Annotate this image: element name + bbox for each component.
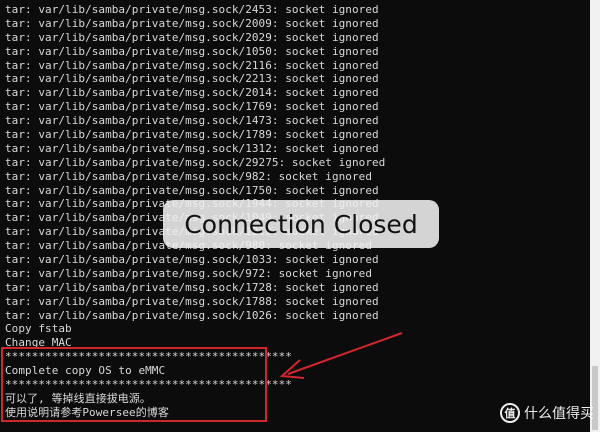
terminal-line: tar: var/lib/samba/private/msg.sock/1788… [5, 294, 379, 308]
watermark-logo-icon: 值 [500, 403, 520, 423]
terminal-line: tar: var/lib/samba/private/msg.sock/1473… [5, 114, 379, 128]
connection-closed-toast: Connection Closed [163, 200, 439, 248]
terminal-line: tar: var/lib/samba/private/msg.sock/2009… [5, 16, 379, 30]
terminal-line: tar: var/lib/samba/private/msg.sock/1728… [5, 280, 379, 294]
terminal-line: tar: var/lib/samba/private/msg.sock/2014… [5, 86, 379, 100]
watermark-text: 什么值得买 [524, 406, 594, 422]
terminal-line: tar: var/lib/samba/private/msg.sock/2927… [5, 155, 386, 169]
terminal-line: tar: var/lib/samba/private/msg.sock/1026… [5, 308, 379, 322]
terminal-line: tar: var/lib/samba/private/msg.sock/2116… [5, 58, 379, 72]
terminal-line: tar: var/lib/samba/private/msg.sock/1789… [5, 128, 379, 142]
annotation-highlight-box [1, 347, 267, 422]
vertical-scrollbar[interactable] [590, 0, 600, 432]
terminal-line: tar: var/lib/samba/private/msg.sock/1033… [5, 253, 379, 267]
terminal-line: tar: var/lib/samba/private/msg.sock/1750… [5, 183, 379, 197]
terminal-line: tar: var/lib/samba/private/msg.sock/972:… [5, 266, 372, 280]
site-watermark: 值 什么值得买 [500, 400, 596, 426]
terminal-line: tar: var/lib/samba/private/msg.sock/1769… [5, 100, 379, 114]
terminal-line: tar: var/lib/samba/private/msg.sock/2213… [5, 72, 379, 86]
terminal-line: tar: var/lib/samba/private/msg.sock/1312… [5, 141, 379, 155]
terminal-line: Copy fstab [5, 322, 72, 336]
terminal-line: tar: var/lib/samba/private/msg.sock/982:… [5, 169, 372, 183]
toast-message: Connection Closed [184, 209, 418, 239]
terminal-line: tar: var/lib/samba/private/msg.sock/1050… [5, 44, 379, 58]
terminal-line: tar: var/lib/samba/private/msg.sock/2453… [5, 3, 379, 16]
terminal-line: tar: var/lib/samba/private/msg.sock/2029… [5, 30, 379, 44]
